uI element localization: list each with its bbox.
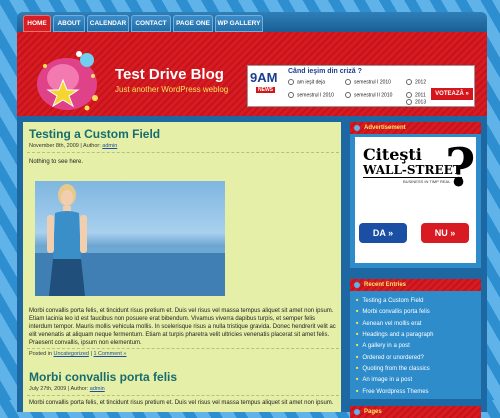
radio-icon[interactable]: [406, 99, 412, 105]
recent-entry-link[interactable]: Quoting from the classics: [356, 363, 475, 374]
author-label: | Author:: [67, 386, 89, 392]
poll-brand-sub: NEWS: [256, 87, 275, 93]
category-link[interactable]: Uncategorized: [53, 351, 88, 357]
bag-logo-icon[interactable]: [33, 46, 101, 112]
recent-entry-link[interactable]: Headings and a paragraph: [356, 329, 475, 340]
no-button[interactable]: NU »: [421, 223, 469, 243]
post-body: Morbi convallis porta felis, et tincidun…: [29, 400, 334, 406]
nav-page-one[interactable]: PAGE ONE: [173, 15, 213, 32]
ad-subtitle: BUSINESS IN TIMP REAL: [403, 179, 451, 184]
site-header: Test Drive Blog Just another WordPress w…: [17, 32, 487, 116]
post-title[interactable]: Morbi convallis porta felis: [29, 370, 177, 384]
comments-link[interactable]: 1 Comment »: [93, 351, 126, 357]
wall-street-ad[interactable]: Citeşti WALL-STREET BUSINESS IN TIMP REA…: [355, 137, 476, 263]
divider: [27, 348, 339, 349]
radio-icon[interactable]: [406, 79, 412, 85]
news-logo-icon: 9AM NEWS: [250, 70, 282, 100]
post-excerpt: Nothing to see here.: [29, 159, 84, 165]
nav-home[interactable]: HOME: [23, 15, 51, 32]
poll-option[interactable]: am ieşit deja: [288, 79, 325, 85]
bullet-icon: [354, 282, 360, 288]
nav-wp-gallery[interactable]: WP GALLERY: [215, 15, 263, 32]
poll-banner: 9AM NEWS Când ieşim din criză ? am ieşit…: [247, 65, 475, 107]
post-body: Morbi convallis porta felis, et tincidun…: [29, 308, 336, 346]
poll-question: Când ieşim din criză ?: [288, 68, 362, 75]
radio-icon[interactable]: [406, 92, 412, 98]
recent-entry-link[interactable]: An image in a post: [356, 374, 475, 385]
recent-entry-link[interactable]: A gallery in a post: [356, 340, 475, 351]
recent-entry-link[interactable]: Morbi convallis porta felis: [356, 306, 475, 317]
question-mark-icon: ?: [445, 138, 476, 199]
radio-icon[interactable]: [345, 92, 351, 98]
widget-title: Pages: [350, 406, 481, 418]
poll-option[interactable]: semestrul I 2010: [345, 79, 391, 85]
page-wrapper: HOME ABOUT CALENDAR CONTACT PAGE ONE WP …: [17, 12, 487, 418]
poll-option[interactable]: 2013: [406, 99, 426, 105]
bullet-icon: [354, 409, 360, 415]
pages-widget: Pages: [350, 406, 481, 418]
author-label: | Author:: [80, 143, 101, 149]
post-date: July 27th, 2009: [29, 386, 67, 392]
post-date: November 8th, 2009: [29, 143, 79, 149]
recent-entries-list: Testing a Custom Field Morbi convallis p…: [350, 291, 481, 401]
post-footer: Posted in Uncategorized | 1 Comment »: [29, 351, 127, 357]
author-link[interactable]: admin: [102, 143, 117, 149]
vote-button[interactable]: VOTEAZĂ »: [431, 88, 473, 100]
post-meta: November 8th, 2009 | Author: admin: [29, 143, 117, 149]
post-title[interactable]: Testing a Custom Field: [29, 127, 160, 141]
divider: [27, 395, 339, 396]
posted-in-label: Posted in: [29, 351, 52, 357]
main-area: Testing a Custom Field November 8th, 200…: [17, 116, 487, 418]
divider: [27, 152, 339, 153]
poll-option[interactable]: semestrul I 2010: [288, 92, 334, 98]
poll-brand: 9AM: [250, 70, 278, 85]
recent-entry-link[interactable]: Free Wordpress Themes: [356, 386, 475, 397]
ad-title: Citeşti: [363, 145, 422, 164]
recent-entry-link[interactable]: Aenean vel mollis erat: [356, 318, 475, 329]
nav-about[interactable]: ABOUT: [53, 15, 85, 32]
widget-title: Recent Entries: [350, 279, 481, 291]
author-link[interactable]: admin: [90, 386, 105, 392]
site-tagline: Just another WordPress weblog: [115, 85, 229, 94]
post-image: [35, 181, 225, 296]
yes-button[interactable]: DA »: [359, 223, 407, 243]
woman-photo-icon: [35, 184, 225, 296]
nav-calendar[interactable]: CALENDAR: [87, 15, 129, 32]
radio-icon[interactable]: [288, 79, 294, 85]
nav-contact[interactable]: CONTACT: [131, 15, 171, 32]
poll-option[interactable]: semestrul II 2010: [345, 92, 392, 98]
radio-icon[interactable]: [288, 92, 294, 98]
ad-widget: Advertisement Citeşti WALL-STREET BUSINE…: [350, 122, 481, 268]
recent-entry-link[interactable]: Testing a Custom Field: [356, 295, 475, 306]
main-nav: HOME ABOUT CALENDAR CONTACT PAGE ONE WP …: [17, 12, 487, 32]
bullet-icon: [354, 125, 360, 131]
recent-entry-link[interactable]: Ordered or unordered?: [356, 352, 475, 363]
widget-title: Advertisement: [350, 122, 481, 134]
recent-entries-widget: Recent Entries Testing a Custom Field Mo…: [350, 279, 481, 399]
content-column: Testing a Custom Field November 8th, 200…: [23, 122, 341, 412]
poll-option[interactable]: 2012: [406, 79, 426, 85]
site-title[interactable]: Test Drive Blog: [115, 66, 224, 83]
radio-icon[interactable]: [345, 79, 351, 85]
post-meta: July 27th, 2009 | Author: admin: [29, 386, 105, 392]
poll-option[interactable]: 2011: [406, 92, 426, 98]
